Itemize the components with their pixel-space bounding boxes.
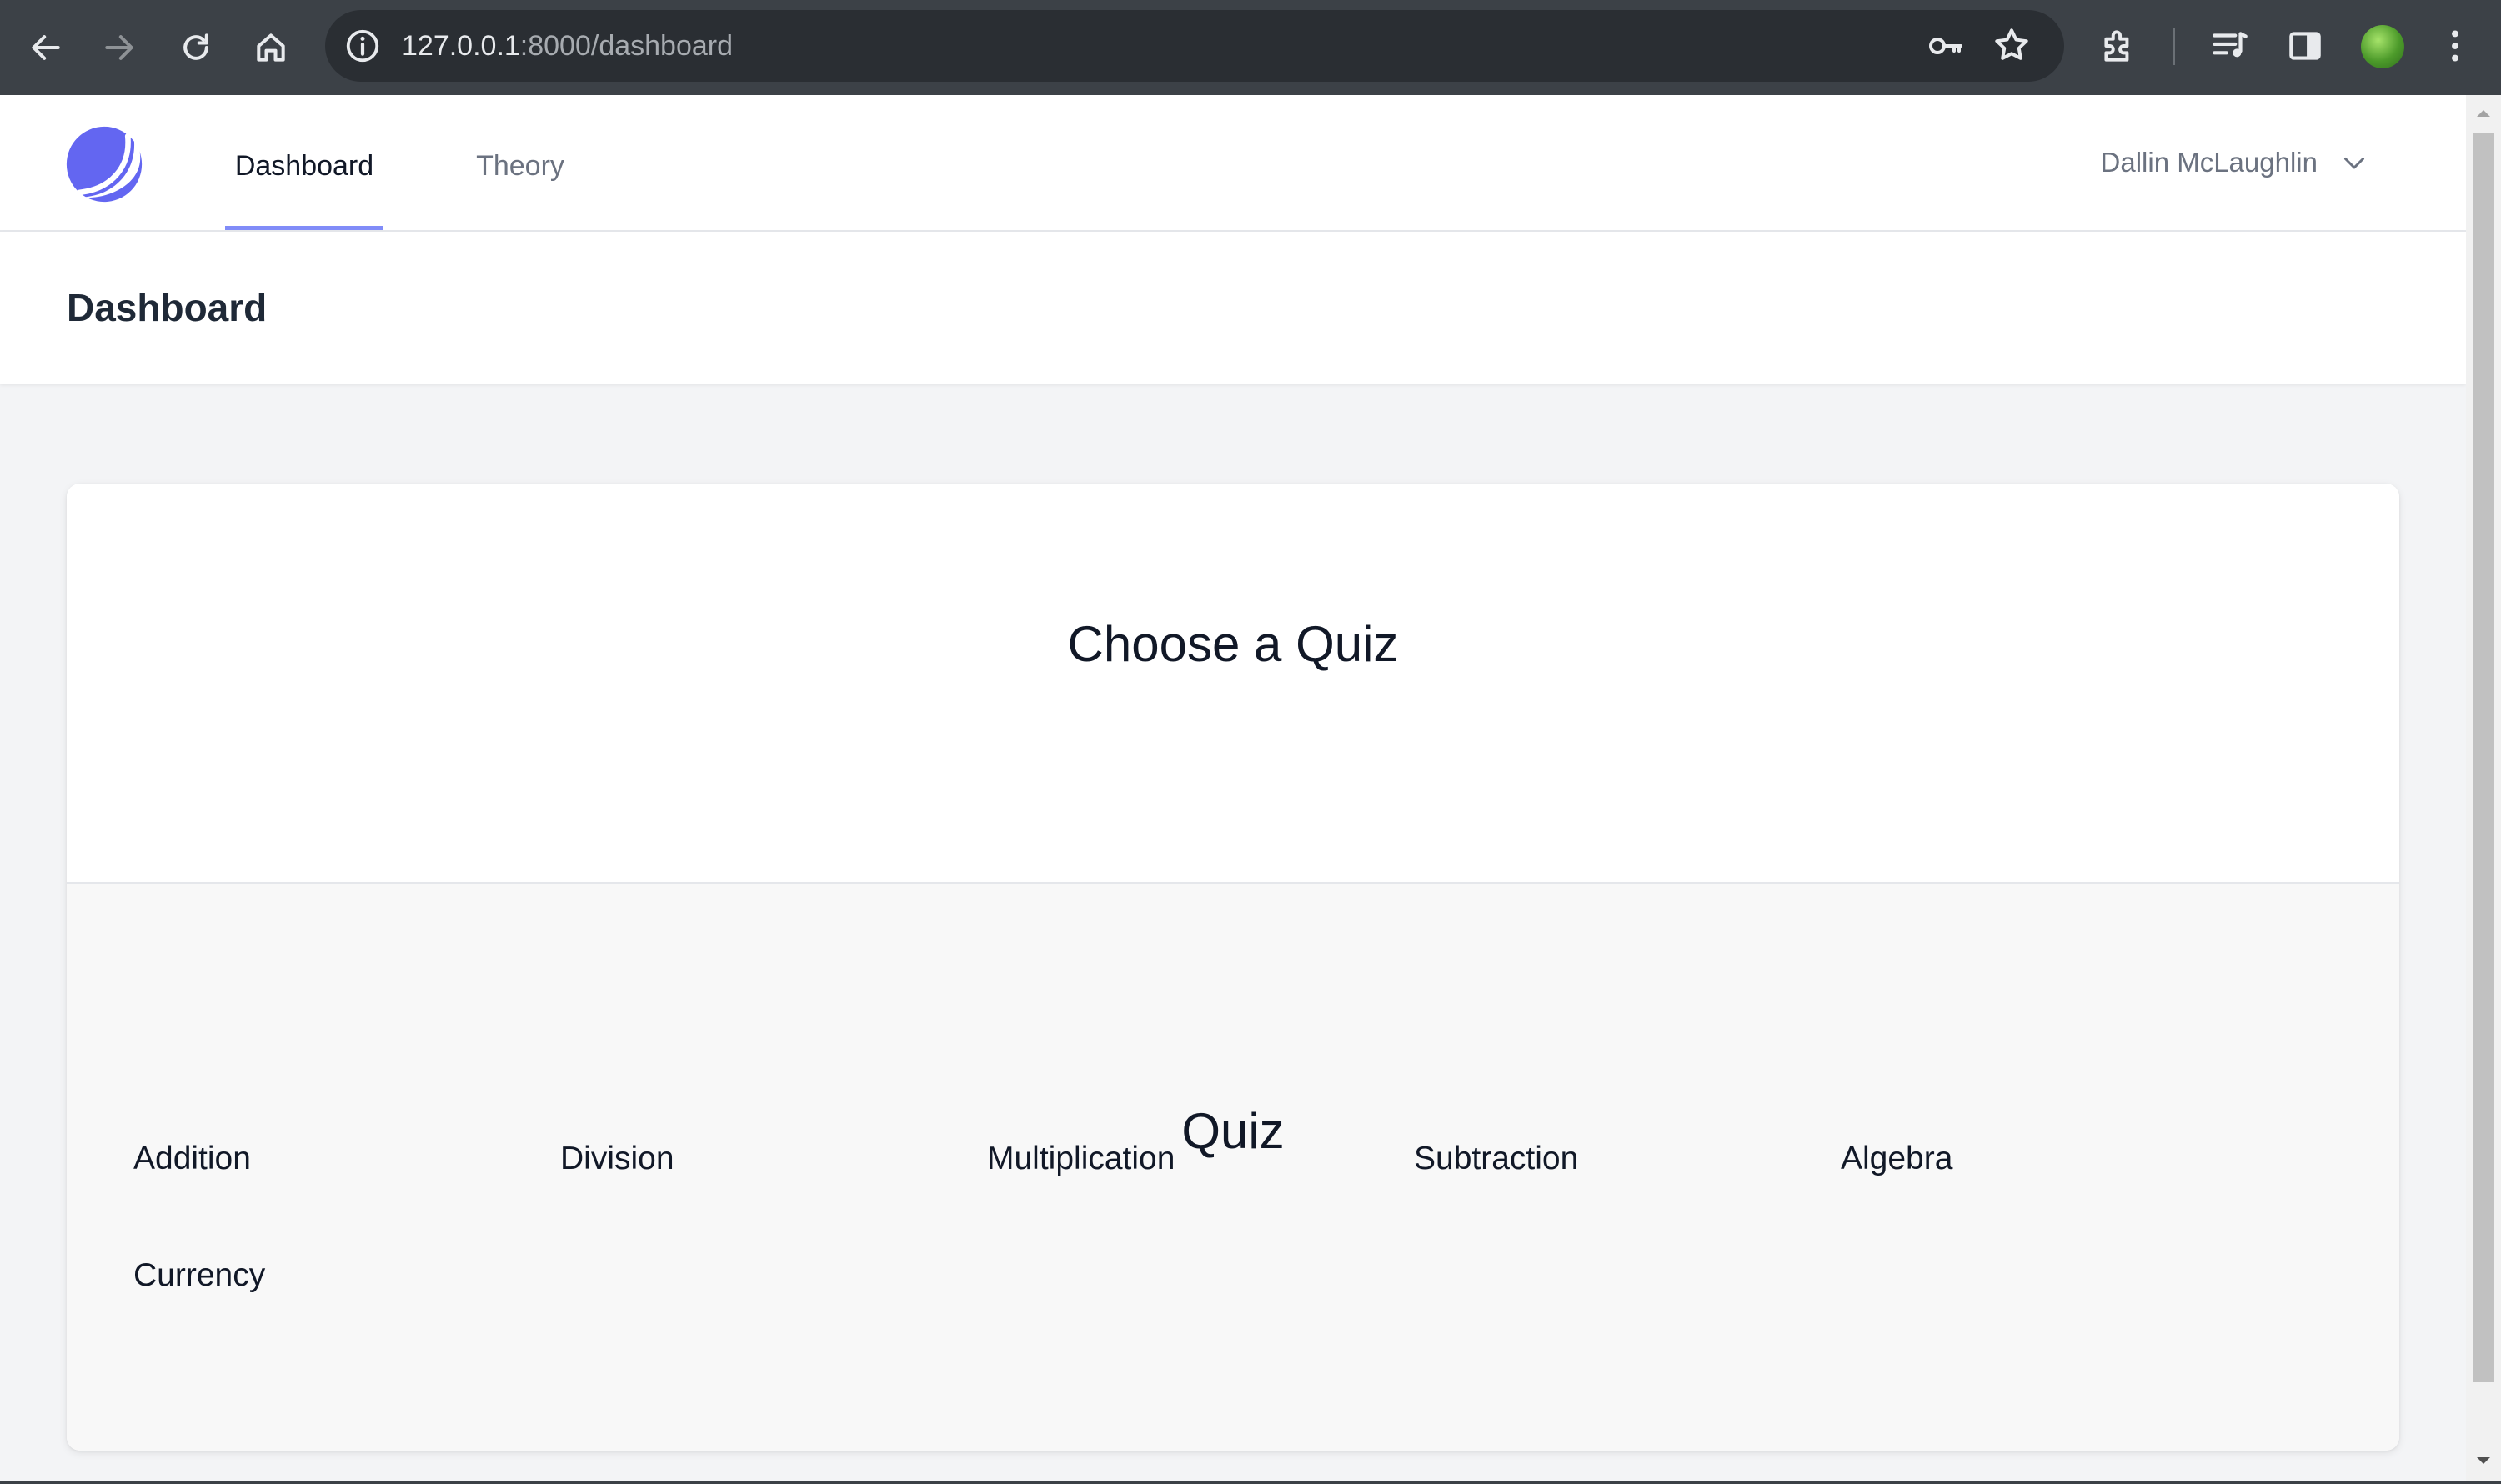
user-name: Dallin McLaughlin: [2100, 147, 2318, 178]
site-info-icon[interactable]: [343, 27, 382, 65]
page-title: Dashboard: [67, 286, 268, 329]
scroll-down-arrow-icon[interactable]: [2475, 1452, 2492, 1469]
card-body: [67, 884, 2399, 1451]
toolbar-divider: [2173, 28, 2175, 65]
quiz-link-algebra[interactable]: Algebra: [1841, 1141, 1952, 1177]
back-button[interactable]: [17, 18, 75, 77]
side-panel-icon[interactable]: [2284, 25, 2326, 67]
url-text[interactable]: 127.0.0.1:8000/dashboard: [402, 10, 733, 82]
card-title: Choose a Quiz: [1067, 616, 1399, 672]
browser-toolbar: 127.0.0.1:8000/dashboard: [0, 0, 2501, 95]
forward-button[interactable]: [90, 18, 148, 77]
quiz-card: Choose a Quiz Quiz Addition Division Mul…: [67, 484, 2399, 1451]
address-bar[interactable]: 127.0.0.1:8000/dashboard: [325, 10, 2064, 82]
forward-arrow-icon: [105, 35, 133, 60]
url-host: 127.0.0.1: [402, 30, 520, 62]
password-key-icon[interactable]: [1926, 26, 1966, 66]
scroll-up-arrow-icon[interactable]: [2475, 105, 2492, 122]
user-menu-button[interactable]: Dallin McLaughlin: [2101, 95, 2369, 230]
quiz-link-addition[interactable]: Addition: [133, 1141, 251, 1177]
home-icon: [257, 33, 285, 62]
quiz-link-division[interactable]: Division: [560, 1141, 674, 1177]
quiz-link-subtraction[interactable]: Subtraction: [1414, 1141, 1578, 1177]
home-button[interactable]: [242, 18, 300, 77]
app-navbar: Dashboard Theory Dallin McLaughlin: [0, 95, 2466, 232]
bookmark-star-icon[interactable]: [1991, 24, 2032, 66]
url-path: :8000/dashboard: [519, 30, 734, 62]
quiz-link-currency[interactable]: Currency: [133, 1257, 265, 1294]
profile-avatar-icon[interactable]: [2361, 25, 2404, 68]
page-header: Dashboard: [0, 232, 2466, 384]
app-logo-icon[interactable]: [65, 125, 143, 203]
reload-button[interactable]: [167, 18, 225, 77]
more-menu-icon[interactable]: [2434, 25, 2476, 67]
chevron-down-icon: [2344, 158, 2364, 169]
card-header: [67, 484, 2399, 884]
media-control-icon[interactable]: [2209, 25, 2251, 67]
section-title: Quiz: [1181, 1103, 1285, 1159]
reload-icon: [183, 33, 208, 60]
quiz-link-multiplication[interactable]: Multiplication: [987, 1141, 1175, 1177]
back-arrow-icon: [32, 35, 60, 60]
tab-theory[interactable]: Theory: [455, 95, 585, 230]
scrollbar-thumb[interactable]: [2473, 133, 2494, 1382]
extensions-icon[interactable]: [2098, 25, 2139, 67]
tab-dashboard[interactable]: Dashboard: [225, 95, 383, 230]
window-bottom-border: [0, 1481, 2501, 1484]
page-scrollbar[interactable]: [2466, 95, 2501, 1484]
